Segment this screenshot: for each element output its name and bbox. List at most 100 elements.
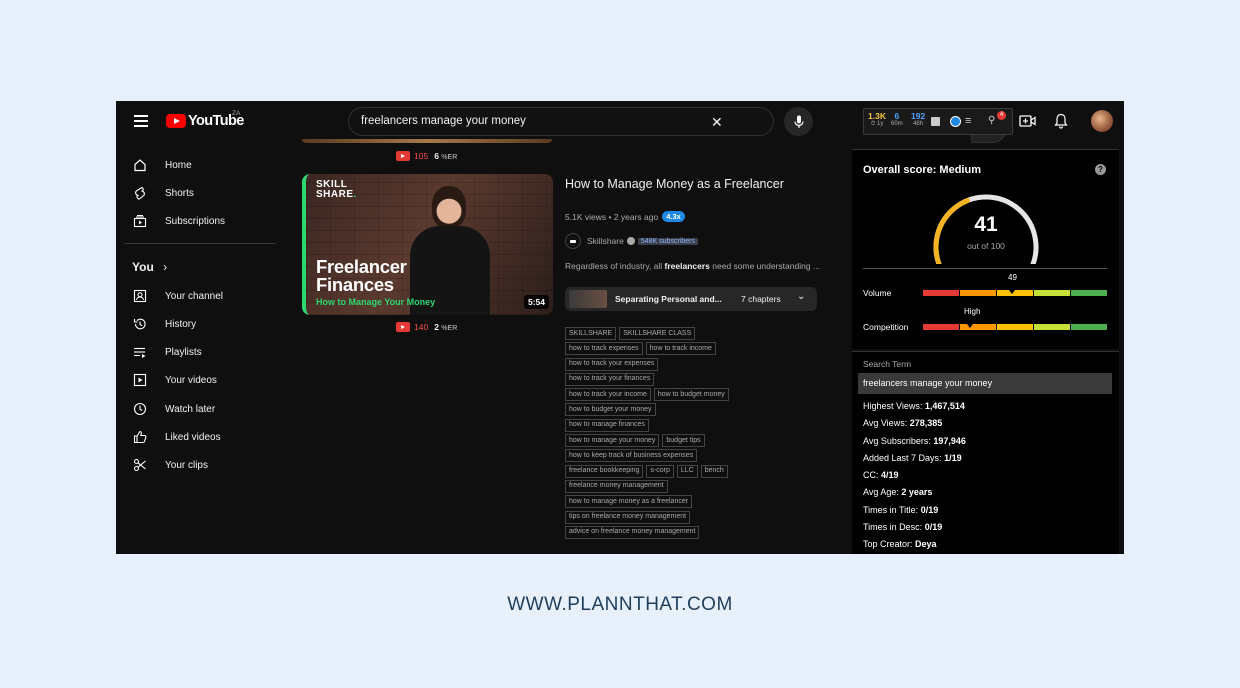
video-thumbnail[interactable]: SKILL SHARE. Freelancer Finances How to Ma… (302, 174, 553, 315)
sidebar-item-history[interactable]: History (132, 315, 282, 333)
video-tag[interactable]: SKILLSHARE CLASS (619, 327, 696, 340)
sidebar-item-label: Home (165, 159, 192, 171)
sidebar-divider (124, 243, 276, 244)
vidiq-icon[interactable] (950, 116, 961, 127)
tag-row: how to track expenses how to track income (565, 342, 825, 356)
video-tag[interactable]: how to manage your money (565, 434, 660, 448)
country-code: ZA (232, 110, 241, 117)
sidebar-item-label: Your clips (165, 459, 208, 471)
notifications-bell-icon[interactable] (1054, 113, 1068, 129)
stat-cc: CC: 4/19 (863, 470, 899, 481)
channel-icon (132, 288, 148, 304)
gauge-score: 41 (974, 213, 998, 236)
video-tag[interactable]: budget tips (662, 434, 705, 448)
video-tag[interactable]: how to budget money (653, 388, 729, 402)
score-gauge: 41 out of 100 (925, 192, 1047, 275)
video-tag[interactable]: tips on freelance money management (565, 510, 691, 524)
playlists-icon (132, 344, 148, 360)
channel-avatar[interactable] (565, 233, 581, 249)
ext-stat-60m: 6 60m (891, 111, 903, 127)
tag-row: how to manage finances (565, 418, 825, 432)
menu-icon[interactable] (134, 115, 148, 127)
competition-label: Competition (863, 322, 909, 332)
you-section-title[interactable]: You › (132, 260, 167, 274)
video-tag[interactable]: s-corp (646, 464, 674, 478)
video-tag[interactable]: how to track income (645, 342, 716, 356)
sidebar-item-playlists[interactable]: Playlists (132, 343, 282, 361)
help-icon[interactable]: ? (1095, 164, 1106, 175)
thumbnail-title: Freelancer Finances (316, 256, 407, 295)
chapter-title: Separating Personal and... (615, 294, 722, 304)
stat-times-in-desc: Times in Desc: 0/19 (863, 522, 943, 533)
video-title[interactable]: How to Manage Money as a Freelancer (565, 175, 785, 193)
competition-marker (967, 324, 973, 328)
chapter-thumbnail (569, 290, 607, 308)
video-tag[interactable]: how to track your income (565, 388, 651, 402)
video-tag[interactable]: how to manage finances (565, 418, 649, 432)
thumbnail-subtitle: How to Manage Your Money (316, 297, 436, 307)
video-tag[interactable]: how to manage money as a freelancer (565, 495, 693, 509)
chapters-dropdown[interactable]: Separating Personal and... 7 chapters ⌄ (565, 287, 817, 311)
sidebar-item-shorts[interactable]: Shorts (132, 184, 282, 202)
video-tag[interactable]: advice on freelance money management (565, 525, 700, 539)
previous-video-thumbnail[interactable] (302, 139, 552, 143)
ext-stat-1y: 1.3K ⏱ 1y (868, 111, 886, 127)
sidebar-item-your-channel[interactable]: Your channel (132, 287, 282, 305)
video-tag[interactable]: LLC (676, 464, 698, 478)
videos-icon (132, 372, 148, 388)
competition-bar (923, 324, 1107, 330)
sidebar-item-label: Playlists (165, 346, 202, 358)
youtube-mini-icon (396, 151, 410, 161)
search-term-box: freelancers manage your money (858, 373, 1112, 394)
voice-search-button[interactable] (784, 107, 813, 136)
stat-added-last-7-days: Added Last 7 Days: 1/19 (863, 452, 962, 463)
sidebar-item-home[interactable]: Home (132, 156, 282, 174)
video-tag[interactable]: freelance bookkeeping (565, 464, 644, 478)
stat-er-value: 2 (434, 322, 439, 332)
search-term-stats: Highest Views: 1,467,514 Avg Views: 278,… (863, 401, 966, 554)
video-tag[interactable]: bench (700, 464, 728, 478)
youtube-mini-icon (396, 322, 410, 332)
list-icon[interactable]: ≡ (965, 115, 971, 127)
account-avatar[interactable] (1091, 110, 1113, 132)
stat-times-in-title: Times in Title: 0/19 (863, 504, 939, 515)
like-icon (132, 429, 148, 445)
tag-row: tips on freelance money management (565, 510, 825, 524)
keyword-score-panel: Overall score: Medium ? 41 out of 100 49… (852, 149, 1119, 349)
bar-segment (1071, 324, 1107, 330)
video-tag[interactable]: SKILLSHARE (565, 327, 617, 340)
create-video-icon[interactable] (1019, 113, 1037, 129)
footer-url: WWW.PLANNTHAT.COM (507, 594, 733, 615)
subscriptions-icon (132, 213, 148, 229)
chevron-right-icon: › (163, 260, 168, 274)
sidebar-item-subscriptions[interactable]: Subscriptions (132, 212, 282, 230)
search-term-label: Search Term (863, 359, 912, 369)
video-tag[interactable]: how to track expenses (565, 342, 643, 356)
clear-search-icon[interactable]: ✕ (711, 114, 723, 131)
search-bar[interactable]: freelancers manage your money ✕ (348, 107, 1007, 143)
tag-row: SKILLSHARE SKILLSHARE CLASS (565, 327, 825, 340)
sidebar-item-watch-later[interactable]: Watch later (132, 400, 282, 418)
video-channel[interactable]: Skillshare 548K subscribers (565, 233, 698, 249)
sidebar-item-your-videos[interactable]: Your videos (132, 371, 282, 389)
video-tag[interactable]: how to track your expenses (565, 357, 659, 371)
extension-stats-bar[interactable]: 1.3K ⏱ 1y 6 60m 192 48h ≡ ⚲ 4 (863, 108, 1013, 135)
extension-icon[interactable]: ⚲ (988, 115, 995, 126)
bar-segment (923, 290, 959, 296)
video-tag[interactable]: how to keep track of business expenses (565, 449, 698, 463)
sidebar-item-label: Your videos (165, 374, 217, 386)
video-tag[interactable]: how to track your finances (565, 372, 655, 386)
video-tag[interactable]: freelance money management (565, 479, 668, 493)
tag-row: how to track your finances (565, 372, 825, 386)
chart-icon[interactable] (931, 117, 940, 126)
sidebar-item-liked-videos[interactable]: Liked videos (132, 428, 282, 446)
search-input[interactable]: freelancers manage your money (361, 115, 526, 127)
stat-avg-subscribers: Avg Subscribers: 197,946 (863, 435, 966, 446)
video-tag[interactable]: how to budget your money (565, 403, 656, 417)
channel-name[interactable]: Skillshare (587, 236, 624, 246)
sidebar-item-your-clips[interactable]: Your clips (132, 456, 282, 474)
bar-segment (923, 324, 959, 330)
video-meta: 5.1K views • 2 years ago 4.3x (565, 211, 685, 222)
video-description: Regardless of industry, all freelancers … (565, 261, 821, 271)
subscriber-count: 548K subscribers (637, 237, 698, 245)
